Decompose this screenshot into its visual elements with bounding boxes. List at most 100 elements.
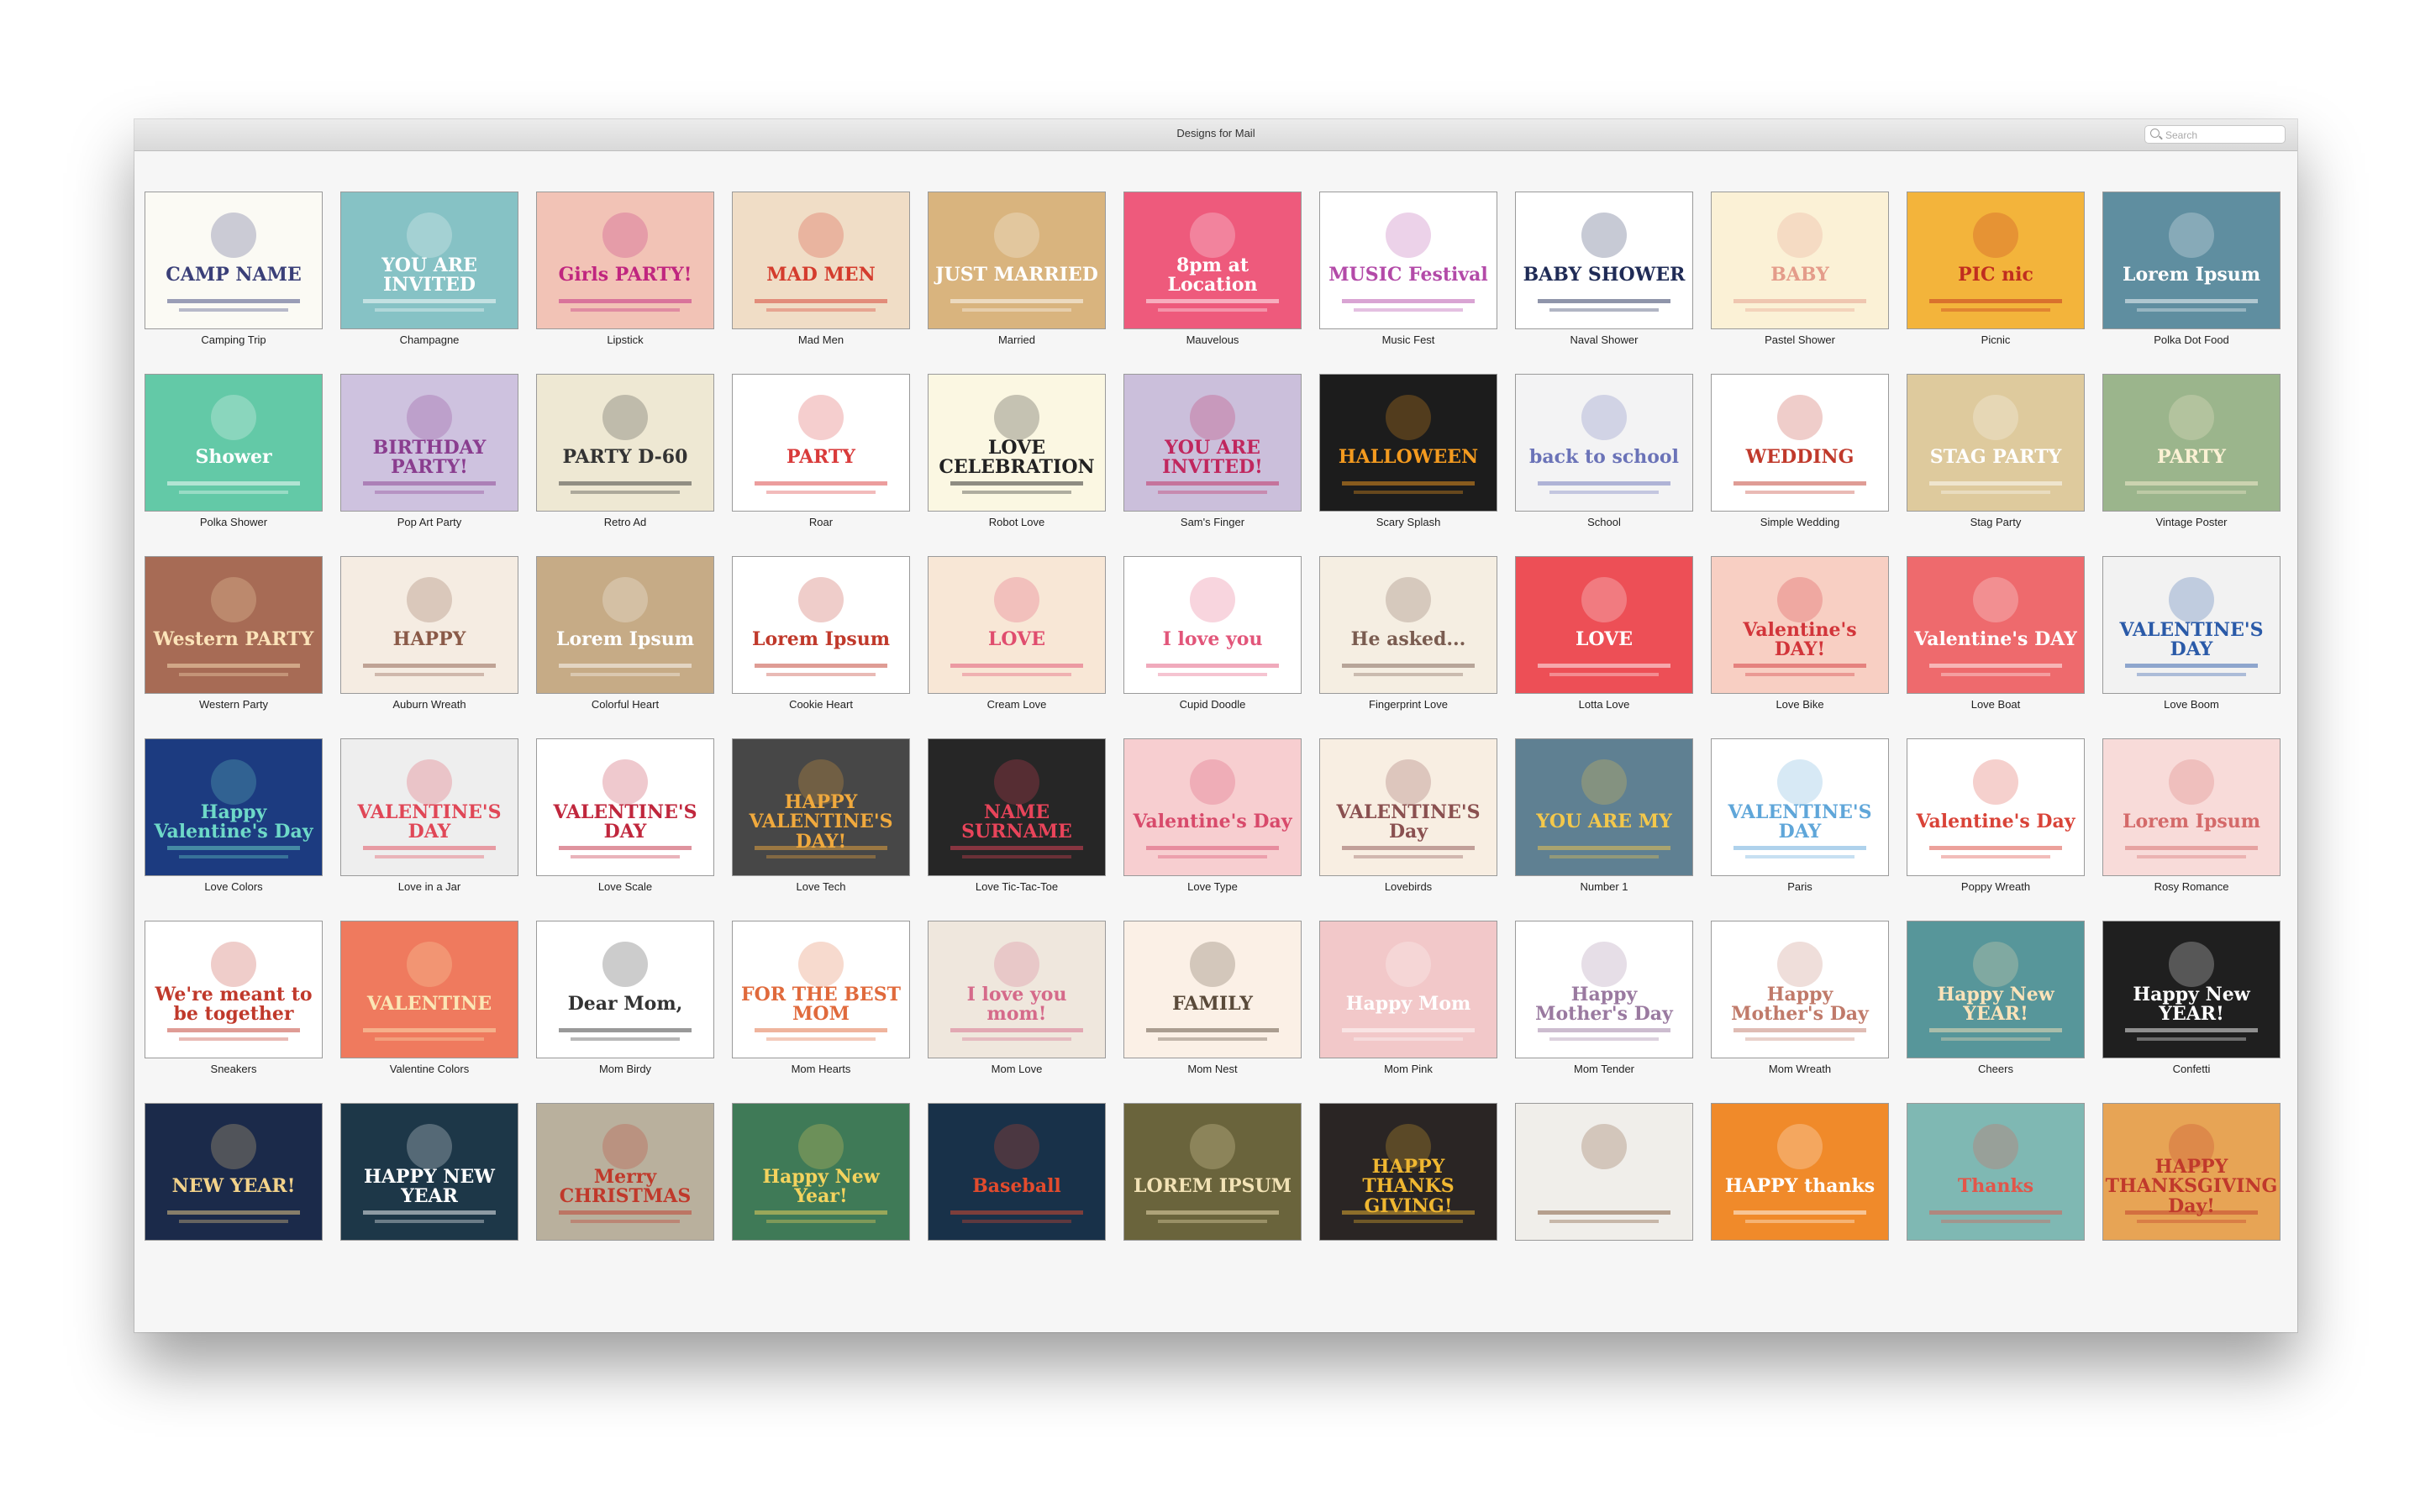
design-thumbnail[interactable]: VALENTINE'S Day (1319, 738, 1497, 876)
design-tile[interactable]: Lorem Ipsum Colorful Heart (536, 556, 714, 711)
design-tile[interactable]: FOR THE BEST MOM Mom Hearts (732, 921, 910, 1075)
design-tile[interactable]: Happy Mother's Day Mom Wreath (1711, 921, 1889, 1075)
design-thumbnail[interactable]: HAPPY THANKS GIVING! (1319, 1103, 1497, 1241)
design-tile[interactable]: BABY SHOWER Naval Shower (1515, 192, 1693, 346)
design-tile[interactable]: Happy Valentine's Day Love Colors (145, 738, 323, 893)
design-thumbnail[interactable]: JUST MARRIED (928, 192, 1106, 329)
design-tile[interactable]: Valentine's Day Poppy Wreath (1907, 738, 2085, 893)
design-thumbnail[interactable]: back to school (1515, 374, 1693, 512)
design-thumbnail[interactable]: HALLOWEEN (1319, 374, 1497, 512)
design-thumbnail[interactable]: Girls PARTY! (536, 192, 714, 329)
design-tile[interactable]: BIRTHDAY PARTY! Pop Art Party (340, 374, 518, 528)
design-tile[interactable]: PIC nic Picnic (1907, 192, 2085, 346)
design-tile[interactable]: LOREM IPSUM (1123, 1103, 1302, 1245)
design-tile[interactable]: HAPPY thanks (1711, 1103, 1889, 1245)
design-tile[interactable]: I love you Cupid Doodle (1123, 556, 1302, 711)
design-tile[interactable]: Lorem Ipsum Cookie Heart (732, 556, 910, 711)
design-tile[interactable]: LOVE Lotta Love (1515, 556, 1693, 711)
design-tile[interactable]: STAG PARTY Stag Party (1907, 374, 2085, 528)
design-thumbnail[interactable]: Dear Mom, (536, 921, 714, 1058)
design-tile[interactable]: Thanks (1907, 1103, 2085, 1245)
design-tile[interactable]: HAPPY NEW YEAR (340, 1103, 518, 1245)
design-tile[interactable]: Valentine's Day Love Type (1123, 738, 1302, 893)
design-thumbnail[interactable]: We're meant to be together (145, 921, 323, 1058)
title-bar[interactable]: Designs for Mail (134, 119, 2297, 151)
design-thumbnail[interactable]: PARTY (732, 374, 910, 512)
design-thumbnail[interactable]: Valentine's Day (1907, 738, 2085, 876)
design-tile[interactable]: YOU ARE INVITED Champagne (340, 192, 518, 346)
design-thumbnail[interactable]: I love you (1123, 556, 1302, 694)
design-thumbnail[interactable]: HAPPY (340, 556, 518, 694)
design-thumbnail[interactable]: Happy New YEAR! (2102, 921, 2281, 1058)
design-thumbnail[interactable]: HAPPY NEW YEAR (340, 1103, 518, 1241)
design-thumbnail[interactable]: BABY SHOWER (1515, 192, 1693, 329)
design-thumbnail[interactable]: Happy New YEAR! (1907, 921, 2085, 1058)
design-thumbnail[interactable]: FOR THE BEST MOM (732, 921, 910, 1058)
design-tile[interactable]: LOVE CELEBRATION Robot Love (928, 374, 1106, 528)
search-input[interactable] (2164, 128, 2283, 143)
design-tile[interactable]: PARTY Roar (732, 374, 910, 528)
design-tile[interactable]: Valentine's DAY Love Boat (1907, 556, 2085, 711)
design-tile[interactable]: Lorem Ipsum Polka Dot Food (2102, 192, 2281, 346)
design-thumbnail[interactable]: Happy Mother's Day (1711, 921, 1889, 1058)
design-thumbnail[interactable]: LOVE (1515, 556, 1693, 694)
design-thumbnail[interactable]: He asked... (1319, 556, 1497, 694)
design-tile[interactable]: Happy New YEAR! Confetti (2102, 921, 2281, 1075)
design-tile[interactable]: Shower Polka Shower (145, 374, 323, 528)
design-thumbnail[interactable]: Thanks (1907, 1103, 2085, 1241)
design-thumbnail[interactable]: FAMILY (1123, 921, 1302, 1058)
design-thumbnail[interactable]: STAG PARTY (1907, 374, 2085, 512)
design-thumbnail[interactable]: YOU ARE INVITED (340, 192, 518, 329)
design-tile[interactable]: WEDDING Simple Wedding (1711, 374, 1889, 528)
design-thumbnail[interactable]: MUSIC Festival (1319, 192, 1497, 329)
design-thumbnail[interactable]: LOVE CELEBRATION (928, 374, 1106, 512)
design-tile[interactable]: FAMILY Mom Nest (1123, 921, 1302, 1075)
design-tile[interactable]: back to school School (1515, 374, 1693, 528)
design-tile[interactable]: HAPPY THANKSGIVING Day! (2102, 1103, 2281, 1245)
design-thumbnail[interactable]: HAPPY VALENTINE'S DAY! (732, 738, 910, 876)
design-thumbnail[interactable]: Happy New Year! (732, 1103, 910, 1241)
design-thumbnail[interactable]: MAD MEN (732, 192, 910, 329)
design-tile[interactable]: Valentine's DAY! Love Bike (1711, 556, 1889, 711)
design-thumbnail[interactable]: Lorem Ipsum (2102, 738, 2281, 876)
design-tile[interactable]: Happy New YEAR! Cheers (1907, 921, 2085, 1075)
design-tile[interactable]: Dear Mom, Mom Birdy (536, 921, 714, 1075)
design-thumbnail[interactable]: HAPPY thanks (1711, 1103, 1889, 1241)
design-tile[interactable]: HAPPY VALENTINE'S DAY! Love Tech (732, 738, 910, 893)
design-tile[interactable]: PARTY D-60 Retro Ad (536, 374, 714, 528)
design-tile[interactable]: VALENTINE'S DAY Paris (1711, 738, 1889, 893)
design-thumbnail[interactable]: NEW YEAR! (145, 1103, 323, 1241)
design-thumbnail[interactable]: Shower (145, 374, 323, 512)
design-thumbnail[interactable]: PARTY D-60 (536, 374, 714, 512)
design-thumbnail[interactable]: VALENTINE (340, 921, 518, 1058)
design-tile[interactable]: Happy Mom Mom Pink (1319, 921, 1497, 1075)
design-thumbnail[interactable]: YOU ARE MY (1515, 738, 1693, 876)
design-tile[interactable]: JUST MARRIED Married (928, 192, 1106, 346)
design-thumbnail[interactable]: Western PARTY (145, 556, 323, 694)
design-tile[interactable]: VALENTINE'S DAY Love in a Jar (340, 738, 518, 893)
design-tile[interactable]: We're meant to be together Sneakers (145, 921, 323, 1075)
design-thumbnail[interactable]: LOVE (928, 556, 1106, 694)
design-tile[interactable]: He asked... Fingerprint Love (1319, 556, 1497, 711)
design-tile[interactable]: 8pm at Location Mauvelous (1123, 192, 1302, 346)
design-thumbnail[interactable]: Happy Mom (1319, 921, 1497, 1058)
search-field[interactable] (2144, 125, 2286, 144)
design-thumbnail[interactable]: WEDDING (1711, 374, 1889, 512)
design-thumbnail[interactable]: Valentine's Day (1123, 738, 1302, 876)
design-thumbnail[interactable]: HAPPY THANKSGIVING Day! (2102, 1103, 2281, 1241)
design-thumbnail[interactable] (1515, 1103, 1693, 1241)
design-tile[interactable]: HAPPY THANKS GIVING! (1319, 1103, 1497, 1245)
design-thumbnail[interactable]: BIRTHDAY PARTY! (340, 374, 518, 512)
design-tile[interactable]: Merry CHRISTMAS (536, 1103, 714, 1245)
design-thumbnail[interactable]: PARTY (2102, 374, 2281, 512)
design-tile[interactable]: NEW YEAR! (145, 1103, 323, 1245)
design-thumbnail[interactable]: Happy Mother's Day (1515, 921, 1693, 1058)
design-tile[interactable]: Happy Mother's Day Mom Tender (1515, 921, 1693, 1075)
design-tile[interactable]: VALENTINE Valentine Colors (340, 921, 518, 1075)
design-thumbnail[interactable]: PIC nic (1907, 192, 2085, 329)
design-tile[interactable]: Western PARTY Western Party (145, 556, 323, 711)
design-thumbnail[interactable]: LOREM IPSUM (1123, 1103, 1302, 1241)
design-thumbnail[interactable]: VALENTINE'S DAY (2102, 556, 2281, 694)
design-tile[interactable]: HAPPY Auburn Wreath (340, 556, 518, 711)
design-tile[interactable]: YOU ARE MY Number 1 (1515, 738, 1693, 893)
